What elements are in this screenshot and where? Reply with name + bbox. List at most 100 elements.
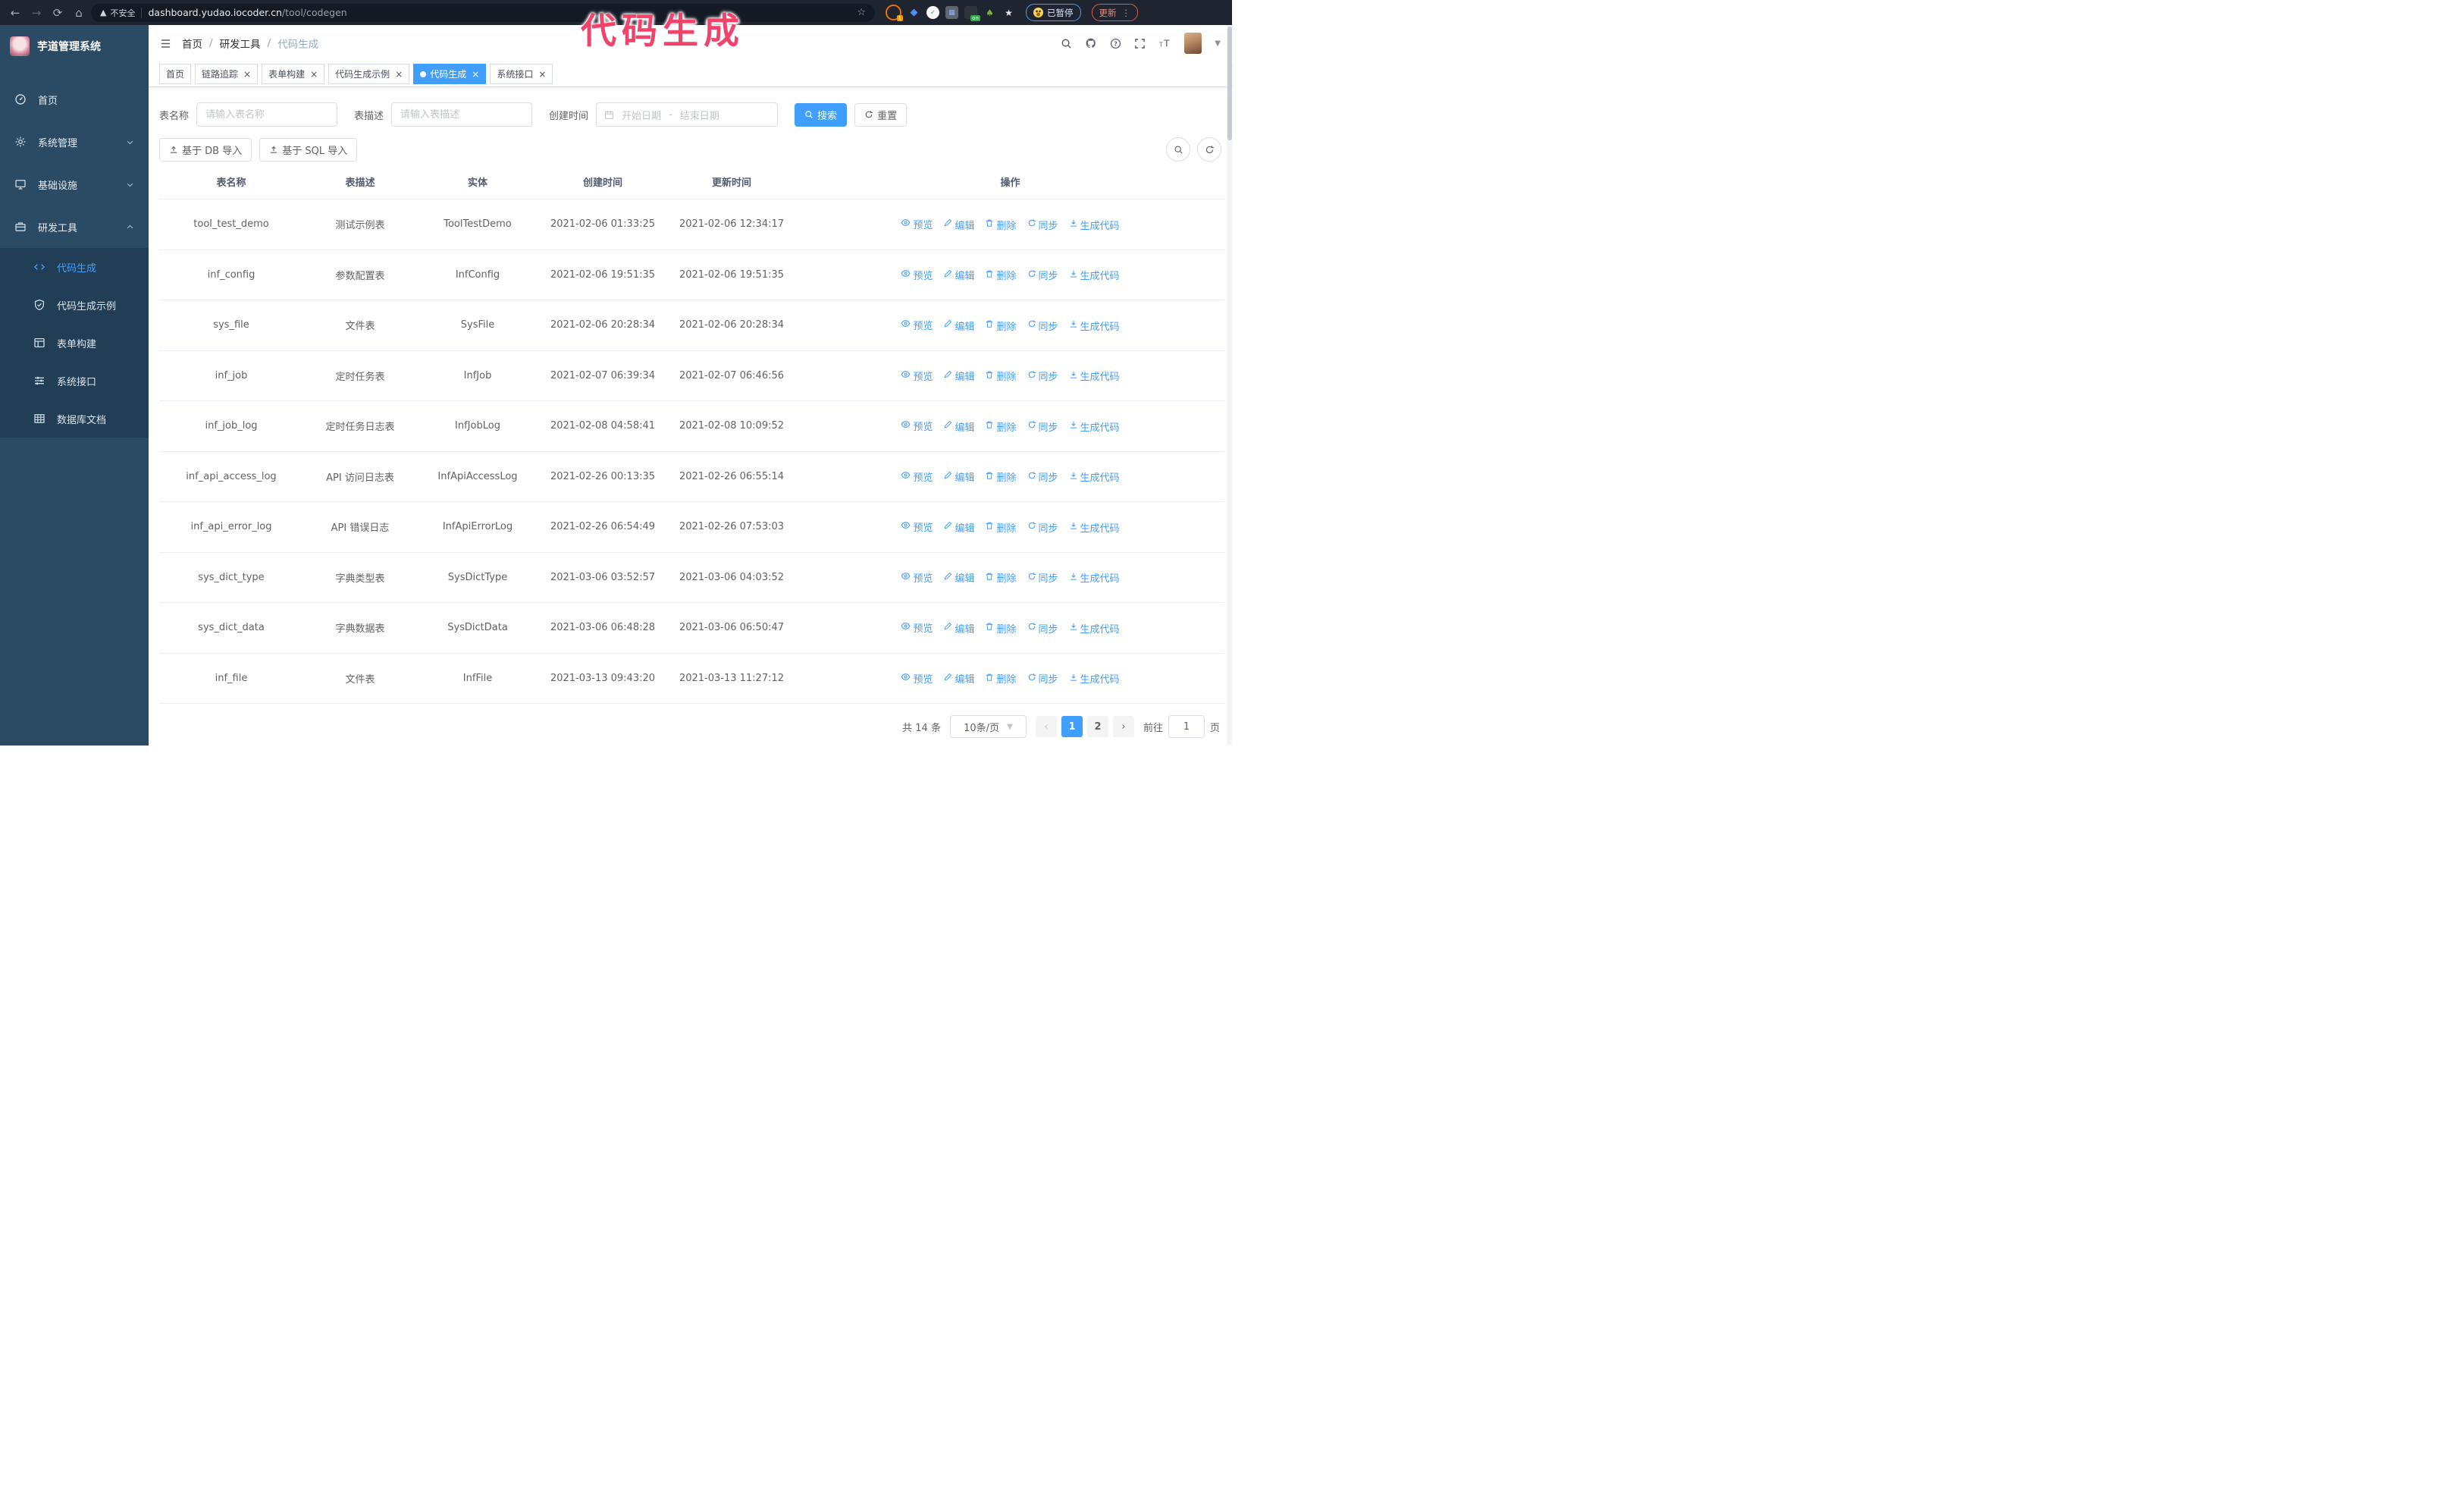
preview-link[interactable]: 预览: [901, 369, 933, 383]
extension-icon[interactable]: ▦: [945, 6, 958, 19]
close-icon[interactable]: ×: [395, 69, 403, 80]
sync-link[interactable]: 同步: [1027, 671, 1058, 686]
sidebar-subitem-2[interactable]: 代码生成示例: [0, 286, 149, 324]
sync-link[interactable]: 同步: [1027, 570, 1058, 585]
breadcrumb-item[interactable]: 研发工具: [220, 36, 261, 51]
sync-link[interactable]: 同步: [1027, 319, 1058, 333]
sidebar-item-2[interactable]: 系统管理: [0, 121, 149, 163]
generate-code-link[interactable]: 生成代码: [1069, 369, 1120, 383]
delete-link[interactable]: 删除: [985, 218, 1017, 232]
goto-page-input[interactable]: [1168, 715, 1205, 738]
sync-link[interactable]: 同步: [1027, 419, 1058, 434]
tab-表单构建[interactable]: 表单构建 ×: [262, 64, 325, 85]
home-nav-icon[interactable]: ⌂: [70, 4, 88, 22]
tab-代码生成[interactable]: 代码生成 ×: [413, 64, 487, 85]
delete-link[interactable]: 删除: [985, 570, 1017, 585]
extension-icon[interactable]: ◆: [908, 6, 920, 19]
preview-link[interactable]: 预览: [901, 519, 933, 534]
sync-link[interactable]: 同步: [1027, 520, 1058, 535]
generate-code-link[interactable]: 生成代码: [1069, 621, 1120, 636]
delete-link[interactable]: 删除: [985, 621, 1017, 636]
preview-link[interactable]: 预览: [901, 268, 933, 282]
edit-link[interactable]: 编辑: [943, 520, 974, 535]
toggle-search-button[interactable]: [1166, 137, 1190, 162]
close-icon[interactable]: ×: [243, 69, 251, 80]
extension-icon[interactable]: ✓: [926, 6, 939, 19]
hamburger-icon[interactable]: [160, 38, 171, 49]
sidebar-subitem-1[interactable]: 代码生成: [0, 248, 149, 286]
puzzle-extension-icon[interactable]: ★: [1002, 6, 1015, 19]
sync-link[interactable]: 同步: [1027, 469, 1058, 484]
bookmark-star-icon[interactable]: ☆: [857, 7, 866, 18]
generate-code-link[interactable]: 生成代码: [1069, 469, 1120, 484]
extension-icon[interactable]: ♠: [983, 6, 996, 19]
edit-link[interactable]: 编辑: [943, 671, 974, 686]
sync-link[interactable]: 同步: [1027, 218, 1058, 232]
edit-link[interactable]: 编辑: [943, 621, 974, 636]
scrollbar[interactable]: [1227, 25, 1232, 746]
paused-badge[interactable]: 已暂停: [1026, 4, 1081, 21]
table-desc-input[interactable]: [391, 102, 533, 127]
preview-link[interactable]: 预览: [901, 469, 933, 484]
sidebar-item-4[interactable]: 研发工具: [0, 206, 149, 248]
preview-link[interactable]: 预览: [901, 217, 933, 231]
reload-icon[interactable]: ⟳: [49, 4, 67, 22]
prev-page-button[interactable]: ‹: [1035, 716, 1057, 737]
chevron-down-icon[interactable]: ▼: [1215, 39, 1221, 48]
kebab-menu-icon[interactable]: ⋮: [1122, 8, 1131, 18]
date-range-picker[interactable]: 开始日期 - 结束日期: [596, 102, 779, 127]
scrollbar-thumb[interactable]: [1227, 27, 1232, 140]
import-db-button[interactable]: 基于 DB 导入: [159, 137, 252, 162]
back-icon[interactable]: ←: [6, 4, 24, 22]
github-icon[interactable]: [1085, 37, 1097, 49]
avatar[interactable]: [1184, 33, 1202, 55]
delete-link[interactable]: 删除: [985, 469, 1017, 484]
app-logo[interactable]: 芋道管理系统: [0, 25, 149, 67]
delete-link[interactable]: 删除: [985, 369, 1017, 383]
tab-首页[interactable]: 首页: [159, 64, 192, 85]
sync-link[interactable]: 同步: [1027, 268, 1058, 282]
extension-icon[interactable]: 1: [886, 5, 903, 21]
sidebar-subitem-5[interactable]: 数据库文档: [0, 400, 149, 438]
generate-code-link[interactable]: 生成代码: [1069, 419, 1120, 434]
preview-link[interactable]: 预览: [901, 671, 933, 686]
generate-code-link[interactable]: 生成代码: [1069, 218, 1120, 232]
edit-link[interactable]: 编辑: [943, 319, 974, 333]
tab-系统接口[interactable]: 系统接口 ×: [490, 64, 553, 85]
sidebar-item-3[interactable]: 基础设施: [0, 163, 149, 206]
table-name-input[interactable]: [196, 102, 338, 127]
delete-link[interactable]: 删除: [985, 268, 1017, 282]
delete-link[interactable]: 删除: [985, 520, 1017, 535]
update-button[interactable]: 更新 ⋮: [1091, 4, 1138, 21]
font-size-icon[interactable]: TT: [1158, 38, 1171, 49]
close-icon[interactable]: ×: [472, 69, 479, 80]
next-page-button[interactable]: ›: [1112, 716, 1134, 737]
edit-link[interactable]: 编辑: [943, 419, 974, 434]
generate-code-link[interactable]: 生成代码: [1069, 570, 1120, 585]
preview-link[interactable]: 预览: [901, 318, 933, 332]
delete-link[interactable]: 删除: [985, 671, 1017, 686]
tab-代码生成示例[interactable]: 代码生成示例 ×: [328, 64, 410, 85]
page-1-button[interactable]: 1: [1061, 716, 1083, 737]
sync-link[interactable]: 同步: [1027, 621, 1058, 636]
preview-link[interactable]: 预览: [901, 620, 933, 635]
close-icon[interactable]: ×: [310, 69, 318, 80]
sync-link[interactable]: 同步: [1027, 369, 1058, 383]
preview-link[interactable]: 预览: [901, 570, 933, 585]
delete-link[interactable]: 删除: [985, 319, 1017, 333]
page-size-select[interactable]: 10条/页 ▼: [949, 715, 1027, 738]
address-bar[interactable]: ▲ 不安全 dashboard.yudao.iocoder.cn/tool/co…: [91, 3, 875, 22]
sidebar-subitem-3[interactable]: 表单构建: [0, 324, 149, 362]
edit-link[interactable]: 编辑: [943, 469, 974, 484]
search-icon[interactable]: [1061, 38, 1072, 49]
generate-code-link[interactable]: 生成代码: [1069, 520, 1120, 535]
fullscreen-icon[interactable]: [1134, 38, 1146, 49]
edit-link[interactable]: 编辑: [943, 369, 974, 383]
breadcrumb-item[interactable]: 首页: [182, 36, 202, 51]
help-icon[interactable]: ?: [1110, 38, 1121, 49]
extension-icon[interactable]: on: [964, 6, 980, 21]
edit-link[interactable]: 编辑: [943, 268, 974, 282]
generate-code-link[interactable]: 生成代码: [1069, 268, 1120, 282]
close-icon[interactable]: ×: [538, 69, 546, 80]
page-2-button[interactable]: 2: [1086, 716, 1108, 737]
